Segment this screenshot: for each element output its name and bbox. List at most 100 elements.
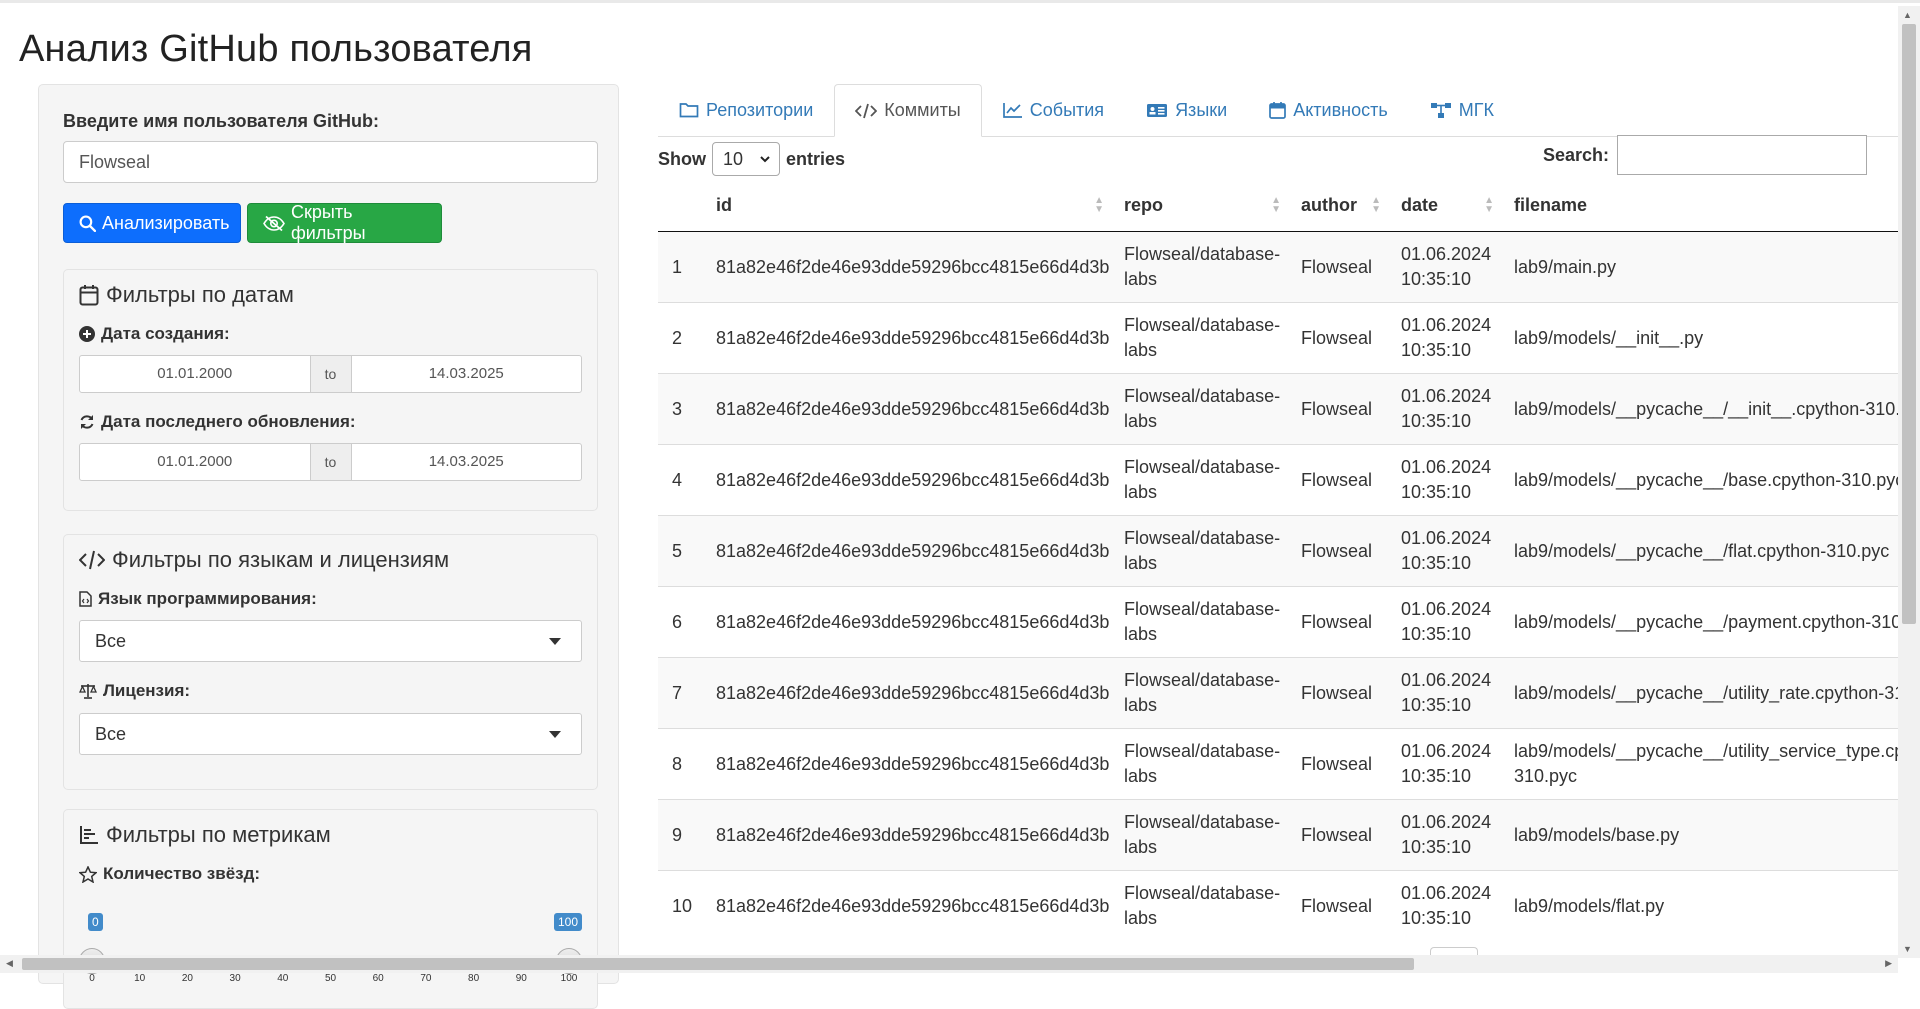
language-license-filters-panel: Фильтры по языкам и лицензиям Язык прогр… bbox=[63, 534, 598, 790]
cell-commit-id: 81a82e46f2de46e93dde59296bcc4815e66d4d3b bbox=[702, 302, 1110, 374]
updated-date-from-input[interactable]: 01.01.2000 bbox=[80, 444, 310, 480]
cell-index: 3 bbox=[658, 373, 702, 445]
line-chart-icon bbox=[1002, 102, 1023, 118]
cell-index: 9 bbox=[658, 799, 702, 871]
refresh-icon bbox=[79, 414, 95, 430]
username-input[interactable]: Flowseal bbox=[63, 141, 598, 183]
created-date-from-input[interactable]: 01.01.2000 bbox=[80, 356, 310, 392]
cell-index: 1 bbox=[658, 231, 702, 303]
cell-author: Flowseal bbox=[1287, 373, 1387, 445]
stars-label: Количество звёзд: bbox=[79, 864, 260, 884]
table-header-row: id ▲ ▼ repo ▲ ▼ author ▲ ▼ date ▲ ▼ filename bbox=[658, 179, 1898, 232]
sort-icon: ▲ ▼ bbox=[1271, 195, 1281, 215]
cell-index: 8 bbox=[658, 728, 702, 800]
cell-index: 7 bbox=[658, 657, 702, 729]
stars-range-slider[interactable]: 0 100 0 10 20 30 40 50 60 70 80 90 100 bbox=[79, 913, 582, 993]
column-header-repo-label: repo bbox=[1124, 194, 1164, 215]
tab-pca[interactable]: МГК bbox=[1409, 84, 1515, 136]
horizontal-scrollbar[interactable]: ◀ ▶ bbox=[0, 955, 1898, 973]
date-range-separator: to bbox=[309, 356, 352, 392]
vertical-scroll-thumb[interactable] bbox=[1902, 24, 1916, 624]
updated-date-range: 01.01.2000 to 14.03.2025 bbox=[79, 443, 582, 481]
tab-events[interactable]: События bbox=[982, 84, 1125, 136]
language-select[interactable]: Все bbox=[79, 620, 582, 662]
cell-date: 01.06.2024 10:35:10 bbox=[1387, 444, 1500, 516]
table-row[interactable]: 8 81a82e46f2de46e93dde59296bcc4815e66d4d3… bbox=[658, 728, 1898, 800]
slider-tick-label: 100 bbox=[560, 969, 578, 984]
scroll-up-icon[interactable]: ▲ bbox=[1903, 10, 1912, 20]
cell-author: Flowseal bbox=[1287, 586, 1387, 658]
scroll-down-icon[interactable]: ▼ bbox=[1903, 944, 1912, 954]
metric-filters-title: Фильтры по метрикам bbox=[79, 822, 331, 848]
table-body: 1 81a82e46f2de46e93dde59296bcc4815e66d4d3… bbox=[658, 231, 1898, 941]
vertical-scrollbar[interactable]: ▲ ▼ bbox=[1898, 6, 1920, 958]
calendar-icon bbox=[79, 284, 99, 306]
cell-commit-id: 81a82e46f2de46e93dde59296bcc4815e66d4d3b bbox=[702, 515, 1110, 587]
updated-date-label-text: Дата последнего обновления: bbox=[101, 412, 356, 431]
horizontal-scroll-thumb[interactable] bbox=[22, 958, 1414, 970]
star-icon bbox=[79, 865, 97, 883]
page-title: Анализ GitHub пользователя bbox=[19, 28, 533, 70]
cell-date: 01.06.2024 10:35:10 bbox=[1387, 799, 1500, 871]
scroll-left-icon[interactable]: ◀ bbox=[6, 958, 13, 969]
date-filters-title: Фильтры по датам bbox=[79, 282, 294, 308]
license-select[interactable]: Все bbox=[79, 713, 582, 755]
table-row[interactable]: 6 81a82e46f2de46e93dde59296bcc4815e66d4d3… bbox=[658, 586, 1898, 658]
created-date-to-input[interactable]: 14.03.2025 bbox=[352, 356, 582, 392]
analyze-button[interactable]: Анализировать bbox=[63, 203, 241, 243]
tab-activity-label: Активность bbox=[1293, 99, 1388, 120]
column-header-author[interactable]: author ▲ ▼ bbox=[1287, 179, 1387, 232]
tab-languages-label: Языки bbox=[1175, 99, 1228, 120]
cell-index: 6 bbox=[658, 586, 702, 658]
tab-activity[interactable]: Активность bbox=[1248, 84, 1409, 136]
cell-commit-id: 81a82e46f2de46e93dde59296bcc4815e66d4d3b bbox=[702, 444, 1110, 516]
scroll-right-icon[interactable]: ▶ bbox=[1885, 958, 1892, 969]
tab-languages[interactable]: Языки bbox=[1125, 84, 1248, 136]
tab-repositories[interactable]: Репозитории bbox=[658, 84, 834, 136]
slider-tick-label: 20 bbox=[181, 969, 193, 984]
date-filters-title-text: Фильтры по датам bbox=[106, 282, 294, 307]
slider-tick-label: 60 bbox=[372, 969, 384, 984]
hide-filters-button[interactable]: Скрыть фильтры bbox=[247, 202, 442, 243]
language-filters-title: Фильтры по языкам и лицензиям bbox=[79, 547, 449, 573]
table-row[interactable]: 1 81a82e46f2de46e93dde59296bcc4815e66d4d3… bbox=[658, 231, 1898, 303]
slider-tick-label: 10 bbox=[134, 969, 146, 984]
slider-tick-label: 80 bbox=[468, 969, 480, 984]
page-length-select[interactable]: 10 bbox=[712, 142, 780, 176]
column-header-date[interactable]: date ▲ ▼ bbox=[1387, 179, 1500, 232]
column-header-filename[interactable]: filename bbox=[1500, 179, 1898, 232]
table-row[interactable]: 9 81a82e46f2de46e93dde59296bcc4815e66d4d3… bbox=[658, 799, 1898, 871]
slider-tick-label: 90 bbox=[515, 969, 527, 984]
cell-repo: Flowseal/database-labs bbox=[1110, 444, 1287, 516]
stars-label-text: Количество звёзд: bbox=[103, 864, 261, 883]
cell-commit-id: 81a82e46f2de46e93dde59296bcc4815e66d4d3b bbox=[702, 870, 1110, 941]
sort-icon: ▲ ▼ bbox=[1094, 195, 1104, 215]
cell-repo: Flowseal/database-labs bbox=[1110, 302, 1287, 374]
eye-slash-icon bbox=[263, 215, 285, 232]
cell-date: 01.06.2024 10:35:10 bbox=[1387, 302, 1500, 374]
updated-date-to-input[interactable]: 14.03.2025 bbox=[352, 444, 582, 480]
table-row[interactable]: 5 81a82e46f2de46e93dde59296bcc4815e66d4d3… bbox=[658, 515, 1898, 587]
cell-repo: Flowseal/database-labs bbox=[1110, 799, 1287, 871]
table-row[interactable]: 10 81a82e46f2de46e93dde59296bcc4815e66d4d… bbox=[658, 870, 1898, 941]
table-search-input[interactable] bbox=[1617, 135, 1868, 175]
table-row[interactable]: 2 81a82e46f2de46e93dde59296bcc4815e66d4d3… bbox=[658, 302, 1898, 374]
cell-filename: lab9/models/__pycache__/flat.cpython-310… bbox=[1500, 515, 1898, 587]
tab-repositories-label: Репозитории bbox=[706, 99, 814, 120]
column-header-repo[interactable]: repo ▲ ▼ bbox=[1110, 179, 1287, 232]
cell-filename: lab9/models/__pycache__/base.cpython-310… bbox=[1500, 444, 1898, 516]
language-filters-title-text: Фильтры по языкам и лицензиям bbox=[112, 547, 450, 572]
search-label: Search: bbox=[1543, 144, 1610, 165]
cell-commit-id: 81a82e46f2de46e93dde59296bcc4815e66d4d3b bbox=[702, 586, 1110, 658]
language-label: Язык программирования: bbox=[79, 589, 317, 609]
table-row[interactable]: 3 81a82e46f2de46e93dde59296bcc4815e66d4d3… bbox=[658, 373, 1898, 445]
cell-author: Flowseal bbox=[1287, 657, 1387, 729]
cell-repo: Flowseal/database-labs bbox=[1110, 231, 1287, 303]
table-row[interactable]: 4 81a82e46f2de46e93dde59296bcc4815e66d4d3… bbox=[658, 444, 1898, 516]
tab-commits[interactable]: Коммиты bbox=[834, 84, 982, 137]
folder-icon bbox=[679, 102, 699, 118]
slider-max-value: 100 bbox=[553, 913, 582, 931]
column-header-id[interactable]: id ▲ ▼ bbox=[702, 179, 1110, 232]
code-icon bbox=[79, 550, 105, 570]
table-row[interactable]: 7 81a82e46f2de46e93dde59296bcc4815e66d4d3… bbox=[658, 657, 1898, 729]
